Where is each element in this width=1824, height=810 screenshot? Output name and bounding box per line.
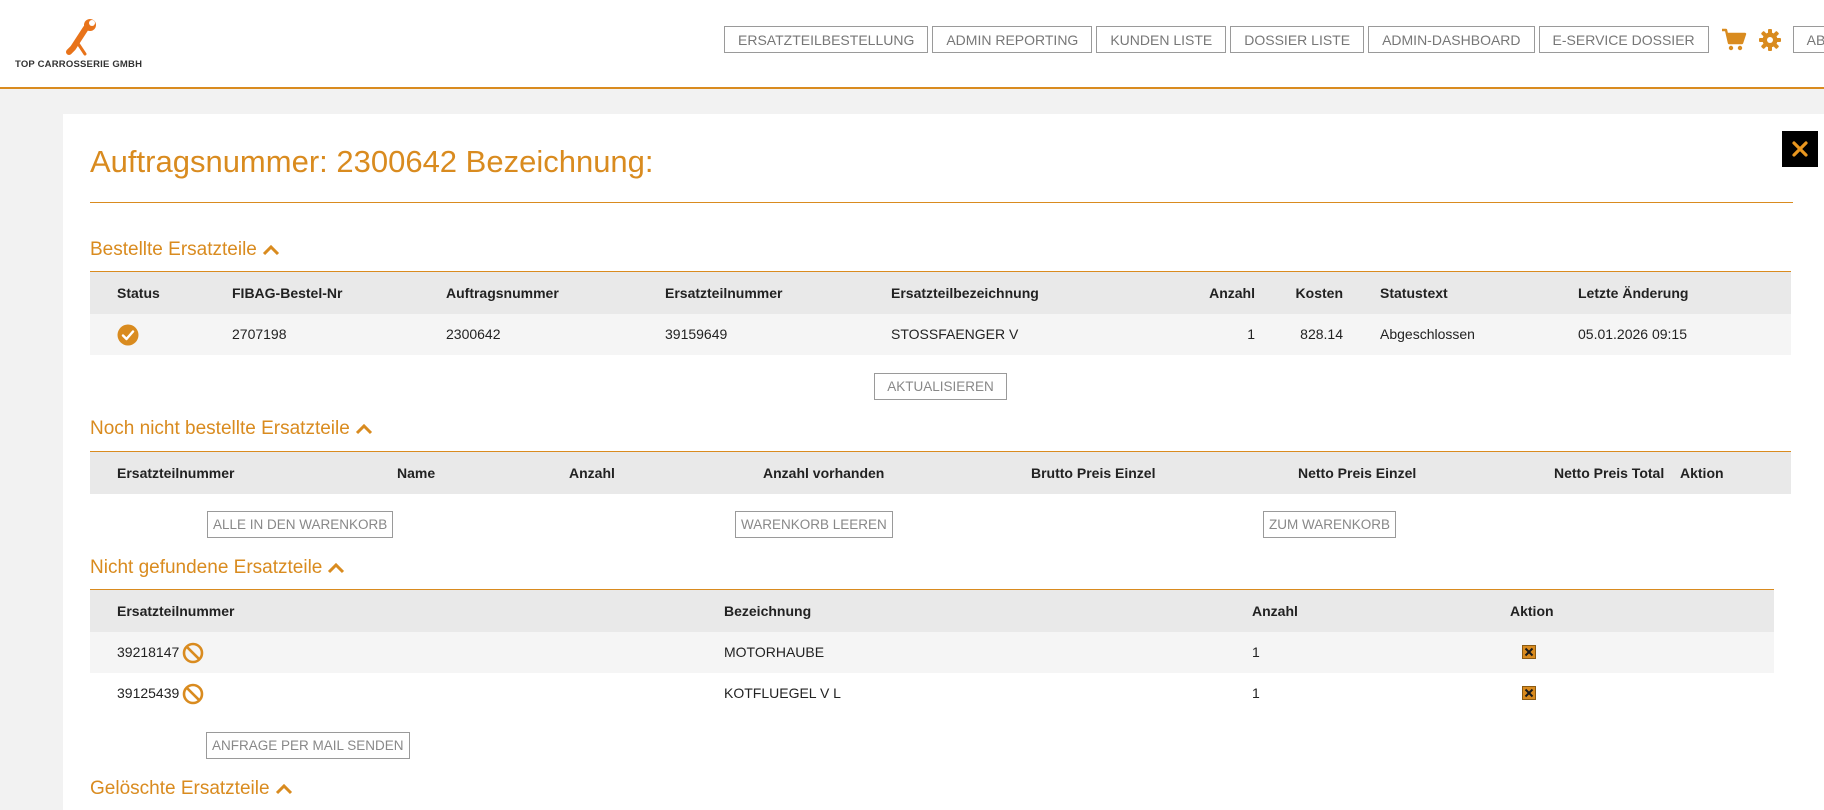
cell-anzahl: 1 xyxy=(1252,685,1260,701)
col-brutto-preis-einzel: Brutto Preis Einzel xyxy=(1031,465,1156,481)
col-letzte-aenderung: Letzte Änderung xyxy=(1578,285,1689,301)
cell-bezeichnung: KOTFLUEGEL V L xyxy=(724,685,841,701)
delete-icon[interactable] xyxy=(1522,645,1536,659)
nav-e-service-dossier[interactable]: E-SERVICE DOSSIER xyxy=(1538,26,1709,53)
go-to-cart-button[interactable]: ZUM WARENKORB xyxy=(1263,511,1396,538)
section-not-ordered-toggle[interactable]: Noch nicht bestellte Ersatzteile xyxy=(90,418,373,440)
empty-cart-button[interactable]: WARENKORB LEEREN xyxy=(735,511,893,538)
company-name: TOP CARROSSERIE GMBH xyxy=(15,59,143,70)
page-title: Auftragsnummer: 2300642 Bezeichnung: xyxy=(90,144,654,179)
col-ersatzteilnummer: Ersatzteilnummer xyxy=(117,603,235,619)
section-not-ordered-title: Noch nicht bestellte Ersatzteile xyxy=(90,418,350,439)
cell-ersatzteilbezeichnung: STOSSFAENGER V xyxy=(891,326,1019,342)
delete-icon[interactable] xyxy=(1522,686,1536,700)
col-netto-preis-total: Netto Preis Total xyxy=(1554,465,1665,481)
cell-bezeichnung: MOTORHAUBE xyxy=(724,644,825,660)
check-circle-icon xyxy=(117,324,139,346)
col-kosten: Kosten xyxy=(1295,285,1343,301)
col-name: Name xyxy=(397,465,436,481)
shopping-cart-icon xyxy=(1721,28,1746,50)
app-header: TOP CARROSSERIE GMBH ERSATZTEILBESTELLUN… xyxy=(0,0,1824,89)
chevron-up-icon xyxy=(275,783,292,795)
col-aktion: Aktion xyxy=(1510,603,1554,619)
gear-icon xyxy=(1758,28,1781,51)
section-not-found-toggle[interactable]: Nicht gefundene Ersatzteile xyxy=(90,557,345,579)
nav-admin-dashboard[interactable]: ADMIN-DASHBOARD xyxy=(1368,26,1535,53)
table-row: 39218147 MOTORHAUBE 1 xyxy=(90,632,1774,673)
col-auftragsnummer: Auftragsnummer xyxy=(446,285,559,301)
cell-ersatzteilnummer: 39218147 xyxy=(117,632,204,673)
cell-kosten: 828.14 xyxy=(1300,326,1343,342)
nav-dossier-liste[interactable]: DOSSIER LISTE xyxy=(1230,26,1365,53)
col-netto-preis-einzel: Netto Preis Einzel xyxy=(1298,465,1417,481)
nav-admin-reporting[interactable]: ADMIN REPORTING xyxy=(932,26,1093,53)
cell-statustext: Abgeschlossen xyxy=(1380,326,1475,342)
col-ersatzteilnummer: Ersatzteilnummer xyxy=(665,285,783,301)
chevron-up-icon xyxy=(328,562,345,574)
close-icon xyxy=(1792,141,1808,157)
cell-letzte-aenderung: 05.01.2026 09:15 xyxy=(1578,326,1687,342)
cell-ersatzteilnummer: 39159649 xyxy=(665,326,728,342)
section-not-found-title: Nicht gefundene Ersatzteile xyxy=(90,557,323,578)
section-deleted-title: Gelöschte Ersatzteile xyxy=(90,778,270,799)
part-number: 39125439 xyxy=(117,685,180,701)
cell-anzahl: 1 xyxy=(1252,644,1260,660)
chevron-up-icon xyxy=(355,423,372,435)
section-deleted-toggle[interactable]: Gelöschte Ersatzteile xyxy=(90,778,293,800)
col-status: Status xyxy=(117,285,160,301)
col-anzahl: Anzahl xyxy=(1209,285,1255,301)
logout-button[interactable]: ABMELDEN xyxy=(1792,26,1824,53)
section-ordered-toggle[interactable]: Bestellte Ersatzteile xyxy=(90,239,280,261)
col-anzahl: Anzahl xyxy=(1252,603,1298,619)
refresh-button[interactable]: AKTUALISIEREN xyxy=(874,373,1007,400)
col-ersatzteilnummer: Ersatzteilnummer xyxy=(117,465,235,481)
all-to-cart-button[interactable]: ALLE IN DEN WARENKORB xyxy=(207,511,394,538)
col-ersatzteilbezeichnung: Ersatzteilbezeichnung xyxy=(891,285,1039,301)
col-statustext: Statustext xyxy=(1380,285,1448,301)
col-bezeichnung: Bezeichnung xyxy=(724,603,812,619)
title-divider xyxy=(90,202,1793,203)
main-nav: ERSATZTEILBESTELLUNG ADMIN REPORTING KUN… xyxy=(724,26,1824,53)
close-button[interactable] xyxy=(1782,131,1818,167)
company-logo[interactable]: TOP CARROSSERIE GMBH xyxy=(15,18,145,70)
not-ordered-table-header: Ersatzteilnummer Name Anzahl Anzahl vorh… xyxy=(90,452,1791,494)
chevron-up-icon xyxy=(262,244,279,256)
ban-icon xyxy=(182,642,204,664)
col-aktion: Aktion xyxy=(1680,465,1724,481)
cell-auftragsnummer: 2300642 xyxy=(446,326,501,342)
cell-anzahl: 1 xyxy=(1247,326,1255,342)
cart-button[interactable] xyxy=(1719,26,1749,53)
col-fibag-nr: FIBAG-Bestel-Nr xyxy=(232,285,343,301)
col-anzahl: Anzahl xyxy=(569,465,615,481)
not-found-table-header: Ersatzteilnummer Bezeichnung Anzahl Akti… xyxy=(90,590,1774,632)
nav-kunden-liste[interactable]: KUNDEN LISTE xyxy=(1096,26,1227,53)
table-row: 39125439 KOTFLUEGEL V L 1 xyxy=(90,673,1774,714)
table-row: 2707198 2300642 39159649 STOSSFAENGER V … xyxy=(90,314,1791,355)
cell-ersatzteilnummer: 39125439 xyxy=(117,673,204,714)
settings-button[interactable] xyxy=(1755,26,1785,53)
part-number: 39218147 xyxy=(117,644,180,660)
send-mail-request-button[interactable]: ANFRAGE PER MAIL SENDEN xyxy=(206,732,410,759)
ordered-table-header: Status FIBAG-Bestel-Nr Auftragsnummer Er… xyxy=(90,272,1791,314)
ban-icon xyxy=(182,683,204,705)
col-anzahl-vorhanden: Anzahl vorhanden xyxy=(763,465,885,481)
nav-ersatzteilbestellung[interactable]: ERSATZTEILBESTELLUNG xyxy=(724,26,929,53)
section-ordered-title: Bestellte Ersatzteile xyxy=(90,239,257,260)
wrench-logo-icon xyxy=(66,19,96,56)
cell-fibag-nr: 2707198 xyxy=(232,326,287,342)
